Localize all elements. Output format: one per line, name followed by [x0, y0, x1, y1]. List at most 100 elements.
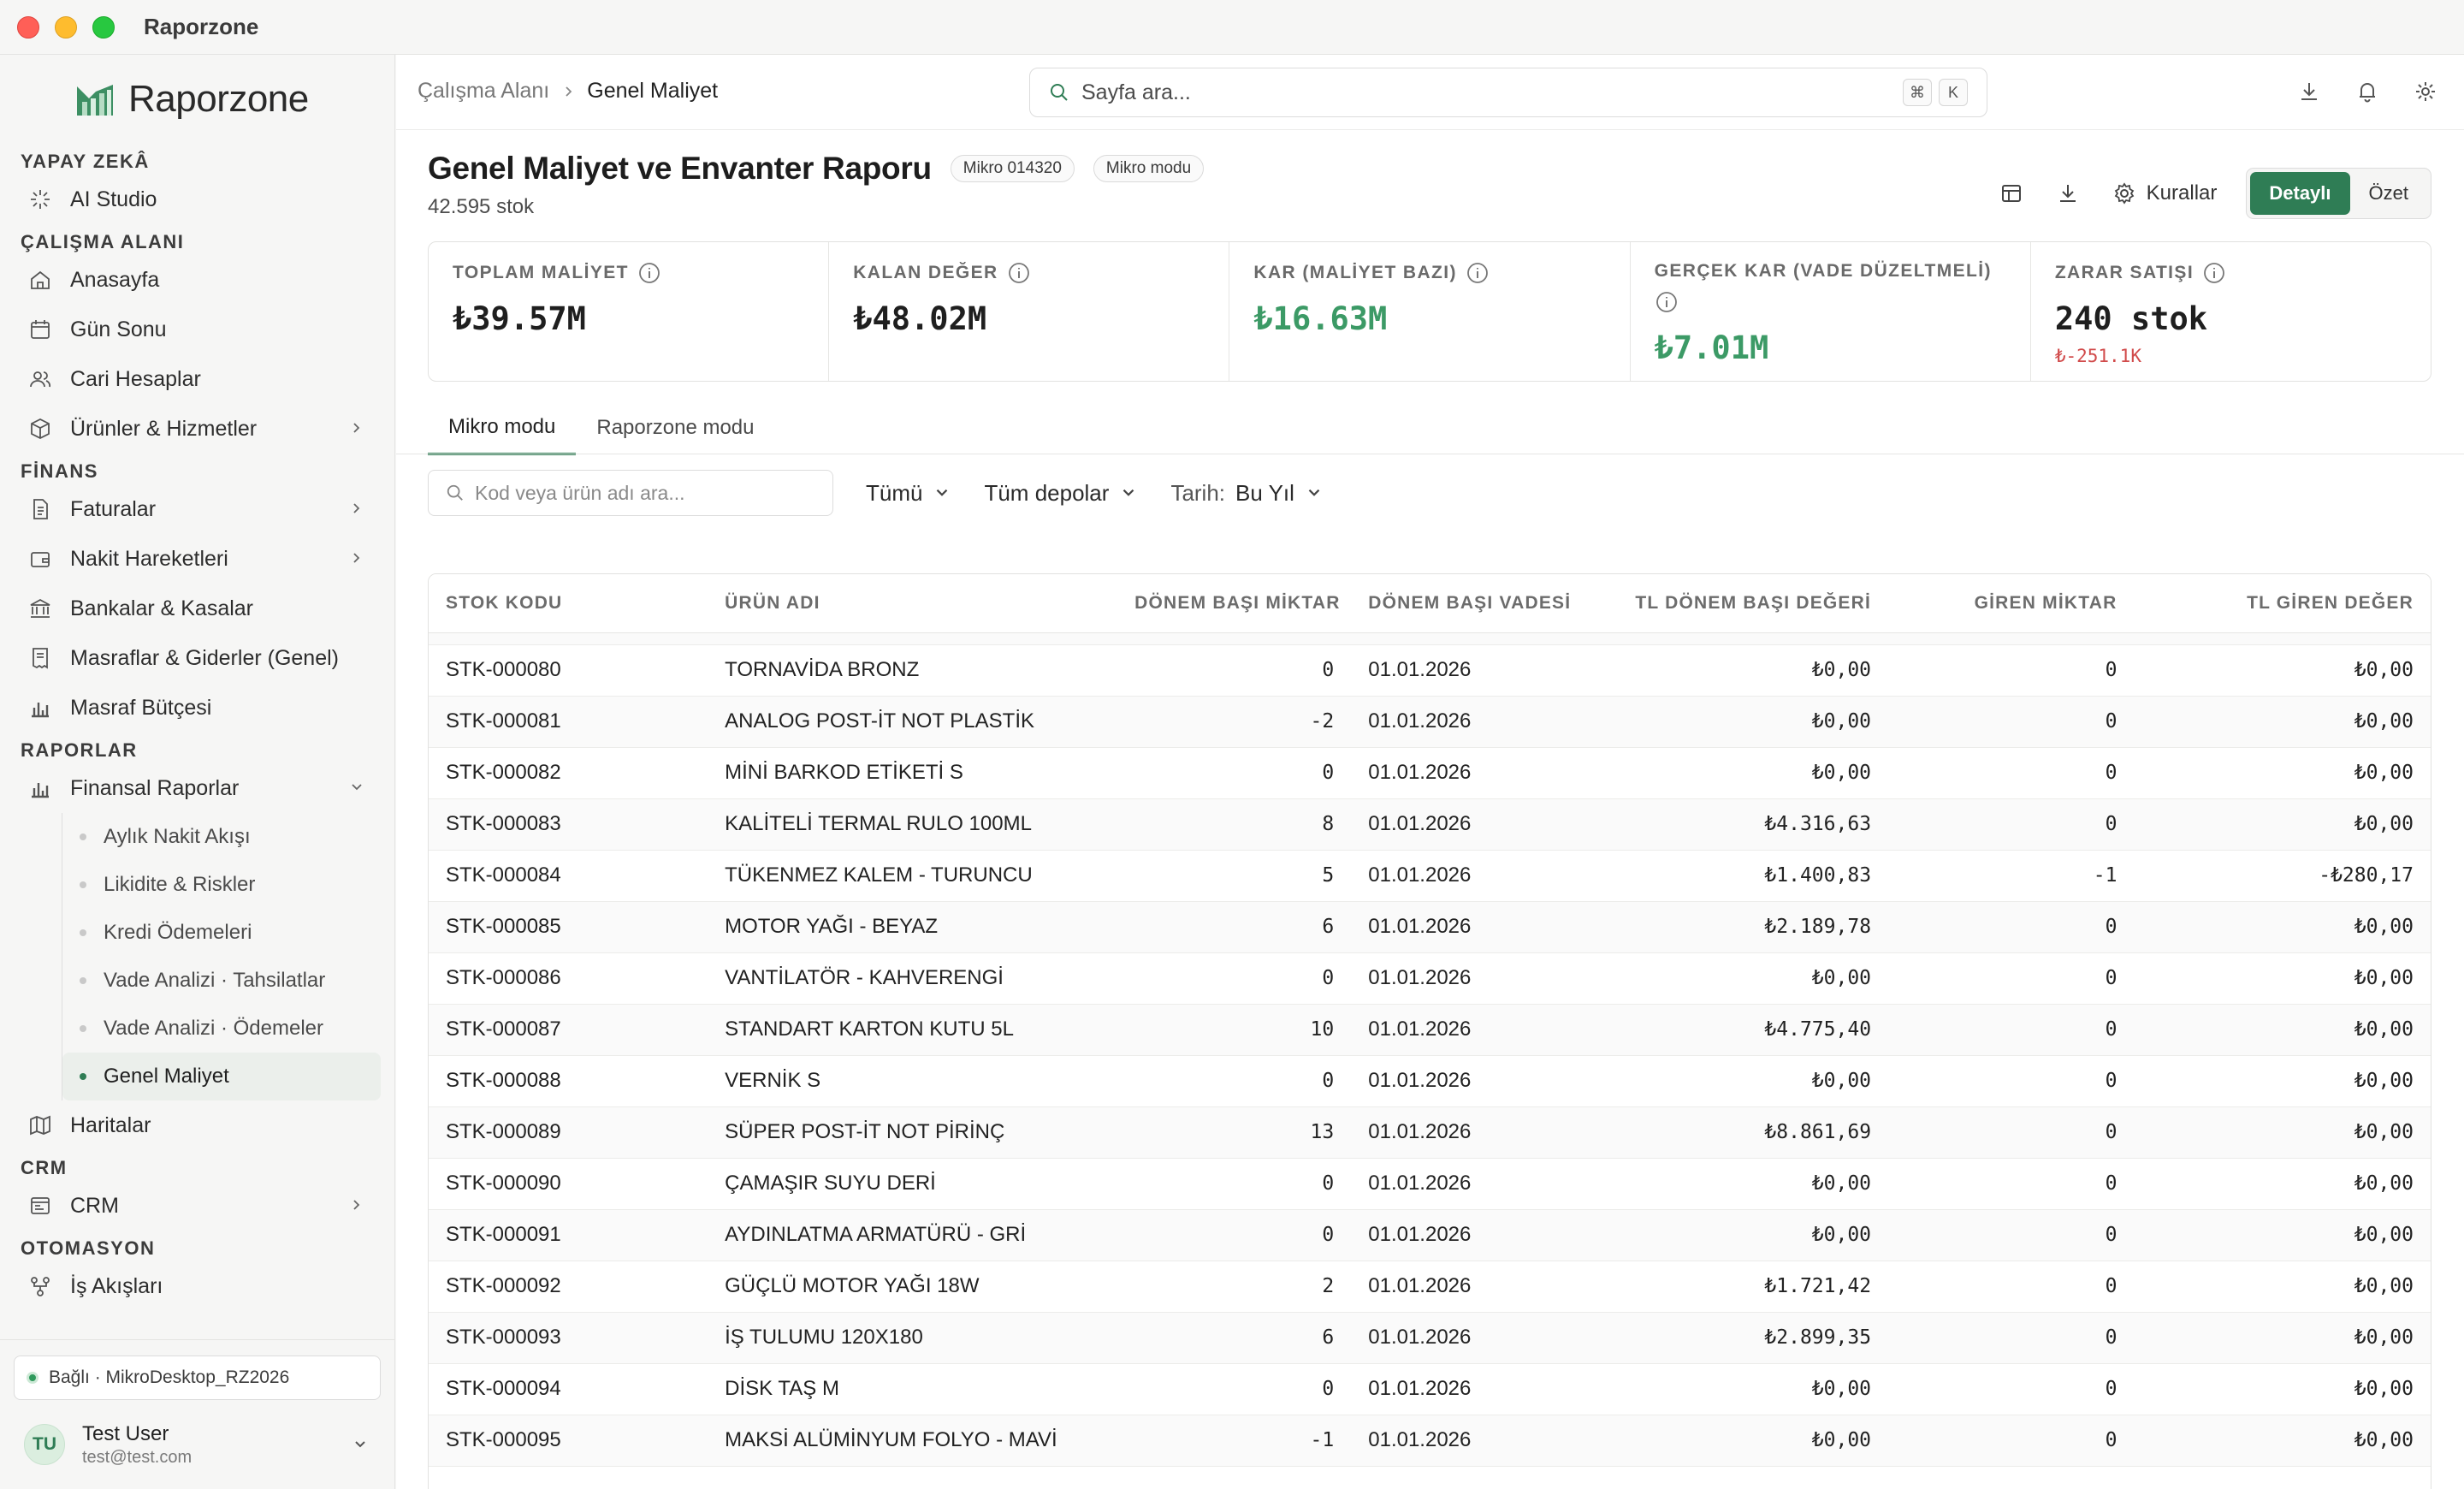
info-icon[interactable]: [637, 261, 661, 285]
sidebar-item-haritalar[interactable]: Haritalar: [0, 1100, 381, 1150]
user-menu[interactable]: TU Test User test@test.com: [0, 1400, 394, 1489]
sidebar-item-anasayfa[interactable]: Anasayfa: [0, 255, 381, 305]
opening-due-cell: 01.01.2026: [1351, 798, 1592, 851]
table-row[interactable]: STK-000087 STANDART KARTON KUTU 5L 10 01.01…: [429, 1004, 2431, 1056]
info-icon[interactable]: [1007, 261, 1031, 285]
incoming-value-cell: ₺0,00: [2134, 901, 2431, 953]
bullet-icon: [80, 881, 86, 888]
sidebar-subitem-label: Genel Maliyet: [104, 1065, 229, 1088]
product-search[interactable]: [428, 470, 833, 516]
minimize-window-button[interactable]: [55, 15, 77, 39]
bell-icon[interactable]: [2354, 79, 2380, 109]
product-search-input[interactable]: [475, 481, 817, 505]
connected-dot-icon: [27, 1372, 38, 1384]
date-filter-value: Bu Yıl: [1235, 479, 1294, 506]
table-view-button[interactable]: [1999, 181, 2023, 205]
sidebar-nav: YAPAY ZEKÂ AI Studio ÇALIŞMA ALANI Anasayfa…: [0, 144, 394, 1311]
table-row[interactable]: STK-000094 DİSK TAŞ M 0 01.01.2026 ₺0,00 0 ₺0,…: [429, 1363, 2431, 1415]
settings-sun-icon[interactable]: [2413, 79, 2438, 109]
table-row[interactable]: STK-000088 VERNİK S 0 01.01.2026 ₺0,00 0 ₺0,00: [429, 1055, 2431, 1107]
column-header-tl-giren-deger[interactable]: TL GİREN DEĞER: [2134, 574, 2431, 633]
sidebar-item-urunler-hizmetler[interactable]: Ürünler & Hizmetler: [0, 404, 381, 454]
sidebar-item-masraflar-giderler-genel[interactable]: Masraflar & Giderler (Genel): [0, 633, 381, 683]
sidebar-item-is-akislari[interactable]: İş Akışları: [0, 1261, 381, 1311]
download-icon[interactable]: [2296, 79, 2322, 109]
sidebar-item-label: Bankalar & Kasalar: [70, 596, 254, 620]
info-icon[interactable]: [1466, 261, 1490, 285]
warehouse-filter-dropdown[interactable]: Tüm depolar: [984, 480, 1138, 507]
table-row[interactable]: STK-000091 AYDINLATMA ARMATÜRÜ - GRİ 0 01.0…: [429, 1209, 2431, 1261]
box-icon: [27, 416, 53, 442]
export-button[interactable]: [2056, 181, 2080, 205]
chevron-right-icon: [353, 503, 360, 513]
table-row[interactable]: STK-000093 İŞ TULUMU 120X180 6 01.01.2026 ₺2…: [429, 1312, 2431, 1364]
date-filter-dropdown[interactable]: Tarih: Bu Yıl: [1170, 480, 1323, 507]
sidebar-item-masraf-butcesi[interactable]: Masraf Bütçesi: [0, 683, 381, 733]
sidebar-item-crm[interactable]: CRM: [0, 1181, 381, 1231]
sidebar-footer: Bağlı · MikroDesktop_RZ2026 TU Test User…: [0, 1339, 394, 1489]
sidebar-item-bankalar-kasalar[interactable]: Bankalar & Kasalar: [0, 584, 381, 633]
opening-value-cell: ₺4.775,40: [1591, 1004, 1889, 1056]
view-summary-button[interactable]: Özet: [2350, 172, 2427, 215]
sidebar-subitem-vade-analizi-tahsilatlar[interactable]: Vade Analizi · Tahsilatlar: [62, 957, 381, 1005]
maximize-window-button[interactable]: [92, 15, 115, 39]
brand-logo[interactable]: Raporzone: [0, 55, 394, 144]
table-row[interactable]: STK-000083 KALİTELİ TERMAL RULO 100ML 8 01.…: [429, 798, 2431, 851]
info-icon[interactable]: [2202, 261, 2226, 285]
shortcut-cmd-key: ⌘: [1903, 79, 1932, 106]
column-header-donem-basi-vadesi[interactable]: DÖNEM BAŞI VADESİ: [1351, 574, 1592, 633]
opening-due-cell: 01.01.2026: [1351, 747, 1592, 799]
connection-status[interactable]: Bağlı · MikroDesktop_RZ2026: [14, 1356, 381, 1400]
stock-code-cell: STK-000089: [429, 1106, 708, 1159]
table-row[interactable]: STK-000084 TÜKENMEZ KALEM - TURUNCU 5 01.01…: [429, 850, 2431, 902]
column-header-donem-basi-miktar[interactable]: DÖNEM BAŞI MİKTAR: [1117, 574, 1352, 633]
sidebar-item-cari-hesaplar[interactable]: Cari Hesaplar: [0, 354, 381, 404]
column-header-stok-kodu[interactable]: STOK KODU: [429, 574, 708, 633]
rules-button[interactable]: Kurallar: [2112, 181, 2217, 205]
sidebar-item-ai-studio[interactable]: AI Studio: [0, 175, 381, 224]
sidebar-item-label: Masraf Bütçesi: [70, 695, 212, 720]
view-detailed-button[interactable]: Detaylı: [2250, 172, 2350, 215]
table-row[interactable]: STK-000092 GÜÇLÜ MOTOR YAĞI 18W 2 01.01.202…: [429, 1261, 2431, 1313]
sidebar-item-finansal-raporlar[interactable]: Finansal Raporlar: [0, 763, 381, 813]
table-row[interactable]: STK-000081 ANALOG POST-İT NOT PLASTİK -2 01…: [429, 696, 2431, 748]
sidebar-item-nakit-hareketleri[interactable]: Nakit Hareketleri: [0, 534, 381, 584]
opening-due-cell: 01.01.2026: [1351, 952, 1592, 1005]
table-row[interactable]: STK-000085 MOTOR YAĞI - BEYAZ 6 01.01.2026 ₺…: [429, 901, 2431, 953]
column-header-urun-adi[interactable]: ÜRÜN ADI: [708, 574, 1118, 633]
incoming-qty-cell: 0: [1888, 1415, 2135, 1467]
sidebar-item-gun-sonu[interactable]: Gün Sonu: [0, 305, 381, 354]
breadcrumb-workspace[interactable]: Çalışma Alanı: [418, 79, 549, 104]
incoming-value-cell: ₺0,00: [2134, 747, 2431, 799]
page-search[interactable]: ⌘ K: [1029, 68, 1987, 117]
tab-mikro-mode[interactable]: Mikro modu: [428, 400, 577, 455]
sidebar-subitem-likidite-riskler[interactable]: Likidite & Riskler: [62, 861, 381, 909]
type-filter-dropdown[interactable]: Tümü: [866, 480, 951, 507]
tab-raporzone-mode[interactable]: Raporzone modu: [576, 400, 774, 455]
table-row[interactable]: STK-000089 SÜPER POST-İT NOT PİRİNÇ 13 01.0…: [429, 1106, 2431, 1159]
close-window-button[interactable]: [17, 15, 39, 39]
table-row[interactable]: STK-000082 MİNİ BARKOD ETİKETİ S 0 01.01.20…: [429, 747, 2431, 799]
sidebar-subitem-label: Likidite & Riskler: [104, 873, 256, 896]
stock-code-cell: STK-000094: [429, 1363, 708, 1415]
table-row[interactable]: STK-000090 ÇAMAŞIR SUYU DERİ 0 01.01.2026 ₺0…: [429, 1158, 2431, 1210]
sidebar-item-faturalar[interactable]: Faturalar: [0, 484, 381, 534]
column-header-tl-donem-basi-degeri[interactable]: TL DÖNEM BAŞI DEĞERİ: [1591, 574, 1889, 633]
opening-value-cell: ₺4.316,63: [1591, 798, 1889, 851]
sidebar-item-label: AI Studio: [70, 187, 157, 211]
sidebar-subitem-aylik-nakit-akisi[interactable]: Aylık Nakit Akışı: [62, 813, 381, 861]
incoming-qty-cell: 0: [1888, 1209, 2135, 1261]
opening-qty-cell: 0: [1117, 1055, 1352, 1107]
sidebar-subitem-kredi-odemeleri[interactable]: Kredi Ödemeleri: [62, 909, 381, 957]
incoming-qty-cell: 0: [1888, 644, 2135, 697]
table-row[interactable]: STK-000086 VANTİLATÖR - KAHVERENGİ 0 01.01.…: [429, 952, 2431, 1005]
bullet-icon: [80, 1025, 86, 1032]
page-search-input[interactable]: [1081, 80, 1851, 105]
table-row[interactable]: STK-000095 MAKSİ ALÜMİNYUM FOLYO - MAVİ -1…: [429, 1415, 2431, 1467]
column-header-giren-miktar[interactable]: GİREN MİKTAR: [1888, 574, 2135, 633]
kpi-label: GERÇEK KAR (VADE DÜZELTMELİ): [1654, 261, 1992, 281]
info-icon[interactable]: [1655, 290, 1679, 314]
table-row[interactable]: STK-000080 TORNAVİDA BRONZ 0 01.01.2026 ₺0,0…: [429, 644, 2431, 697]
sidebar-subitem-vade-analizi-odemeler[interactable]: Vade Analizi · Ödemeler: [62, 1005, 381, 1053]
sidebar-subitem-genel-maliyet[interactable]: Genel Maliyet: [62, 1053, 381, 1100]
